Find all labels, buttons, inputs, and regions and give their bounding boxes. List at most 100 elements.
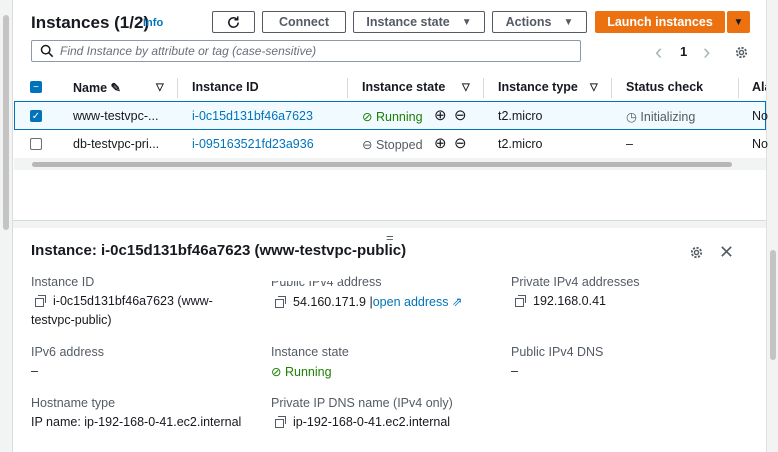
instance-state-dropdown[interactable]: Instance state ▼ — [353, 11, 485, 33]
column-divider[interactable] — [738, 78, 739, 98]
row-name: db-testvpc-pri... — [73, 137, 160, 151]
state-label: Stopped — [375, 138, 423, 152]
column-divider[interactable] — [177, 78, 178, 98]
private-ipv4-value: 192.168.0.41 — [515, 294, 606, 308]
row-status-check: – — [626, 137, 633, 151]
row-checkbox[interactable]: ✓ — [30, 110, 42, 122]
table-horizontal-scrollbar[interactable] — [14, 158, 766, 170]
row-instance-type: t2.micro — [498, 109, 543, 123]
status-check: ◷ Initializing — [626, 109, 695, 124]
instance-state-label: Instance state — [271, 345, 349, 359]
actions-dropdown[interactable]: Actions ▼ — [492, 11, 587, 33]
select-all-checkbox[interactable]: − — [30, 81, 42, 93]
close-icon[interactable] — [720, 245, 733, 258]
row-instance-type: t2.micro — [498, 137, 543, 151]
private-dns-text: ip-192-168-0-41.ec2.internal — [293, 415, 451, 429]
prev-page-button[interactable]: ‹ — [655, 39, 662, 65]
connect-button[interactable]: Connect — [262, 11, 346, 33]
launch-label: Launch instances — [607, 15, 713, 29]
sort-icon[interactable]: ▽ — [590, 82, 598, 93]
private-ipv4-label: Private IPv4 addresses — [511, 275, 640, 289]
search-input[interactable]: Find Instance by attribute or tag (case-… — [31, 40, 581, 62]
row-instance-id-link[interactable]: i-0c15d131bf46a7623 — [192, 109, 313, 123]
copy-icon[interactable] — [515, 295, 526, 307]
hostname-type-value: IP name: ip-192-168-0-41.ec2.internal — [31, 415, 242, 429]
public-ipv4-text: 54.160.171.9 — [293, 295, 366, 309]
search-placeholder: Find Instance by attribute or tag (case-… — [60, 44, 317, 58]
detail-title: Instance: i-0c15d131bf46a7623 (www-testv… — [31, 242, 407, 259]
minus-icon: − — [33, 81, 39, 93]
copy-icon[interactable] — [275, 296, 286, 308]
status-label: Initializing — [640, 110, 696, 124]
column-divider[interactable] — [611, 78, 612, 98]
open-address-link[interactable]: open address — [373, 295, 449, 309]
column-divider[interactable] — [483, 78, 484, 98]
minus-circle-icon: ⊖ — [362, 138, 373, 152]
column-divider[interactable] — [347, 78, 348, 98]
column-header-instance-id[interactable]: Instance ID — [192, 80, 259, 94]
info-link[interactable]: Info — [143, 17, 163, 29]
edit-pencil-icon: ✎ — [110, 81, 122, 95]
left-scrollbar-thumb[interactable] — [3, 15, 9, 230]
private-dns-label: Private IP DNS name (IPv4 only) — [271, 396, 453, 410]
launch-instances-button[interactable]: Launch instances — [595, 11, 725, 33]
actions-label: Actions — [505, 15, 552, 29]
instance-id-value: i-0c15d131bf46a7623 (www- — [35, 294, 213, 308]
label-occluder — [261, 268, 341, 281]
right-scrollbar[interactable] — [766, 0, 778, 452]
instance-state-label: Instance state — [366, 15, 450, 29]
refresh-button[interactable] — [212, 11, 255, 33]
settings-gear-icon[interactable] — [734, 45, 749, 60]
row-alarm: No — [752, 137, 768, 151]
state-label: Running — [375, 110, 423, 124]
state-text: Running — [284, 365, 332, 379]
instance-state-value: ⊘ Running — [271, 364, 332, 379]
zoom-in-icon[interactable]: ⊕ — [434, 134, 447, 152]
column-header-status-check[interactable]: Status check — [626, 80, 703, 94]
public-dns-value: – — [511, 364, 518, 378]
page-title: Instances (1/2) — [31, 13, 150, 32]
row-instance-id-link[interactable]: i-095163521fd23a936 — [192, 137, 314, 151]
sort-icon[interactable]: ▽ — [156, 82, 164, 93]
zoom-out-icon[interactable]: ⊖ — [454, 134, 467, 152]
clock-icon: ◷ — [626, 110, 637, 124]
caret-down-icon: ▼ — [461, 16, 472, 28]
copy-icon[interactable] — [35, 295, 46, 307]
column-header-instance-type[interactable]: Instance type — [498, 80, 578, 94]
zoom-out-icon[interactable]: ⊖ — [454, 106, 467, 124]
column-header-instance-state[interactable]: Instance state — [362, 80, 445, 94]
horizontal-scrollbar-thumb[interactable] — [32, 162, 732, 167]
sort-icon[interactable]: ▽ — [462, 82, 470, 93]
column-label: Name — [73, 81, 108, 95]
public-dns-label: Public IPv4 DNS — [511, 345, 604, 359]
column-header-alarm[interactable]: Ala — [752, 80, 766, 94]
caret-down-icon: ▼ — [563, 16, 574, 28]
instance-id-text: i-0c15d131bf46a7623 (www- — [53, 294, 213, 308]
right-scrollbar-thumb[interactable] — [770, 250, 776, 360]
caret-down-icon: ▼ — [733, 16, 744, 28]
stopped-status: ⊖ Stopped — [362, 137, 423, 152]
column-header-name[interactable]: Name ✎ — [73, 80, 121, 95]
row-name: www-testvpc-... — [73, 109, 159, 123]
zoom-in-icon[interactable]: ⊕ — [434, 106, 447, 124]
check-circle-icon: ⊘ — [362, 110, 373, 124]
copy-icon[interactable] — [275, 416, 286, 428]
private-ipv4-text: 192.168.0.41 — [533, 294, 606, 308]
left-scrollbar[interactable] — [0, 0, 13, 452]
external-link-icon[interactable]: ⇗ — [452, 295, 462, 309]
preferences-gear-icon[interactable] — [689, 245, 704, 260]
instance-id-value-cont: testvpc-public) — [31, 313, 112, 327]
instance-id-label: Instance ID — [31, 275, 95, 289]
ipv6-label: IPv6 address — [31, 345, 104, 359]
next-page-button[interactable]: › — [703, 39, 710, 65]
check-icon: ✓ — [31, 110, 41, 122]
running-status: ⊘ Running — [362, 109, 423, 124]
check-circle-icon: ⊘ — [271, 365, 282, 379]
hostname-type-label: Hostname type — [31, 396, 116, 410]
search-icon — [40, 44, 54, 58]
private-dns-value: ip-192-168-0-41.ec2.internal — [275, 415, 450, 429]
row-checkbox[interactable] — [30, 138, 42, 150]
page-number[interactable]: 1 — [680, 44, 687, 59]
connect-label: Connect — [279, 15, 329, 29]
launch-options-dropdown[interactable]: ▼ — [727, 11, 750, 33]
